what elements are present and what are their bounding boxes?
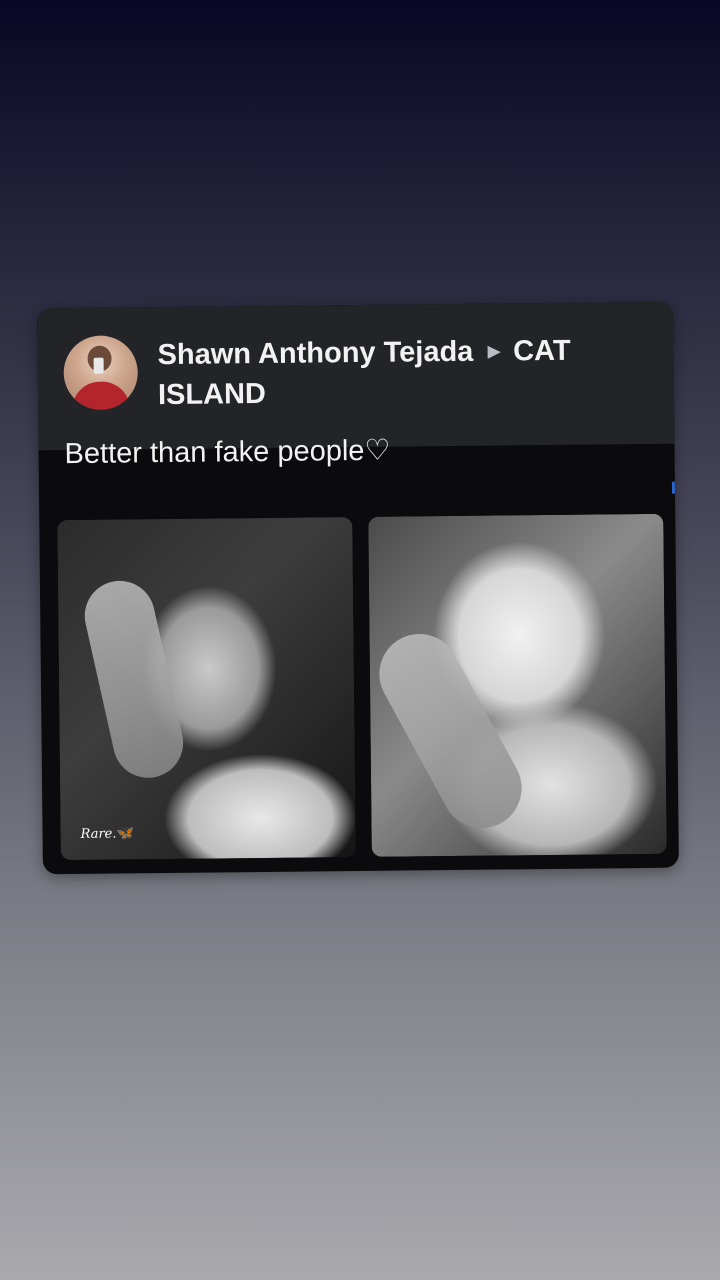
avatar-shirt bbox=[71, 381, 131, 411]
edge-accent bbox=[671, 481, 676, 494]
hand-shape bbox=[368, 619, 536, 843]
photo-grid: Rare.🦋 bbox=[57, 513, 667, 861]
author-avatar[interactable] bbox=[63, 335, 139, 411]
photo-puppy[interactable] bbox=[368, 513, 667, 857]
avatar-phone bbox=[93, 357, 104, 374]
butterfly-icon: 🦋 bbox=[116, 825, 134, 842]
caption-text: Rare. bbox=[80, 826, 117, 842]
hand-shape bbox=[77, 574, 190, 785]
triangle-right-icon: ► bbox=[483, 338, 506, 364]
post-text: Better than fake people♡ bbox=[64, 434, 391, 471]
author-row: Shawn Anthony Tejada ► CAT ISLAND bbox=[63, 330, 648, 416]
photo-caption: Rare.🦋 bbox=[80, 825, 133, 842]
author-line: Shawn Anthony Tejada ► CAT ISLAND bbox=[157, 330, 648, 415]
photo-cat[interactable]: Rare.🦋 bbox=[57, 517, 356, 861]
shared-post-card[interactable]: Shawn Anthony Tejada ► CAT ISLAND Better t… bbox=[37, 301, 679, 875]
author-name[interactable]: Shawn Anthony Tejada bbox=[157, 336, 473, 371]
post-header: Shawn Anthony Tejada ► CAT ISLAND Better t… bbox=[37, 301, 676, 494]
